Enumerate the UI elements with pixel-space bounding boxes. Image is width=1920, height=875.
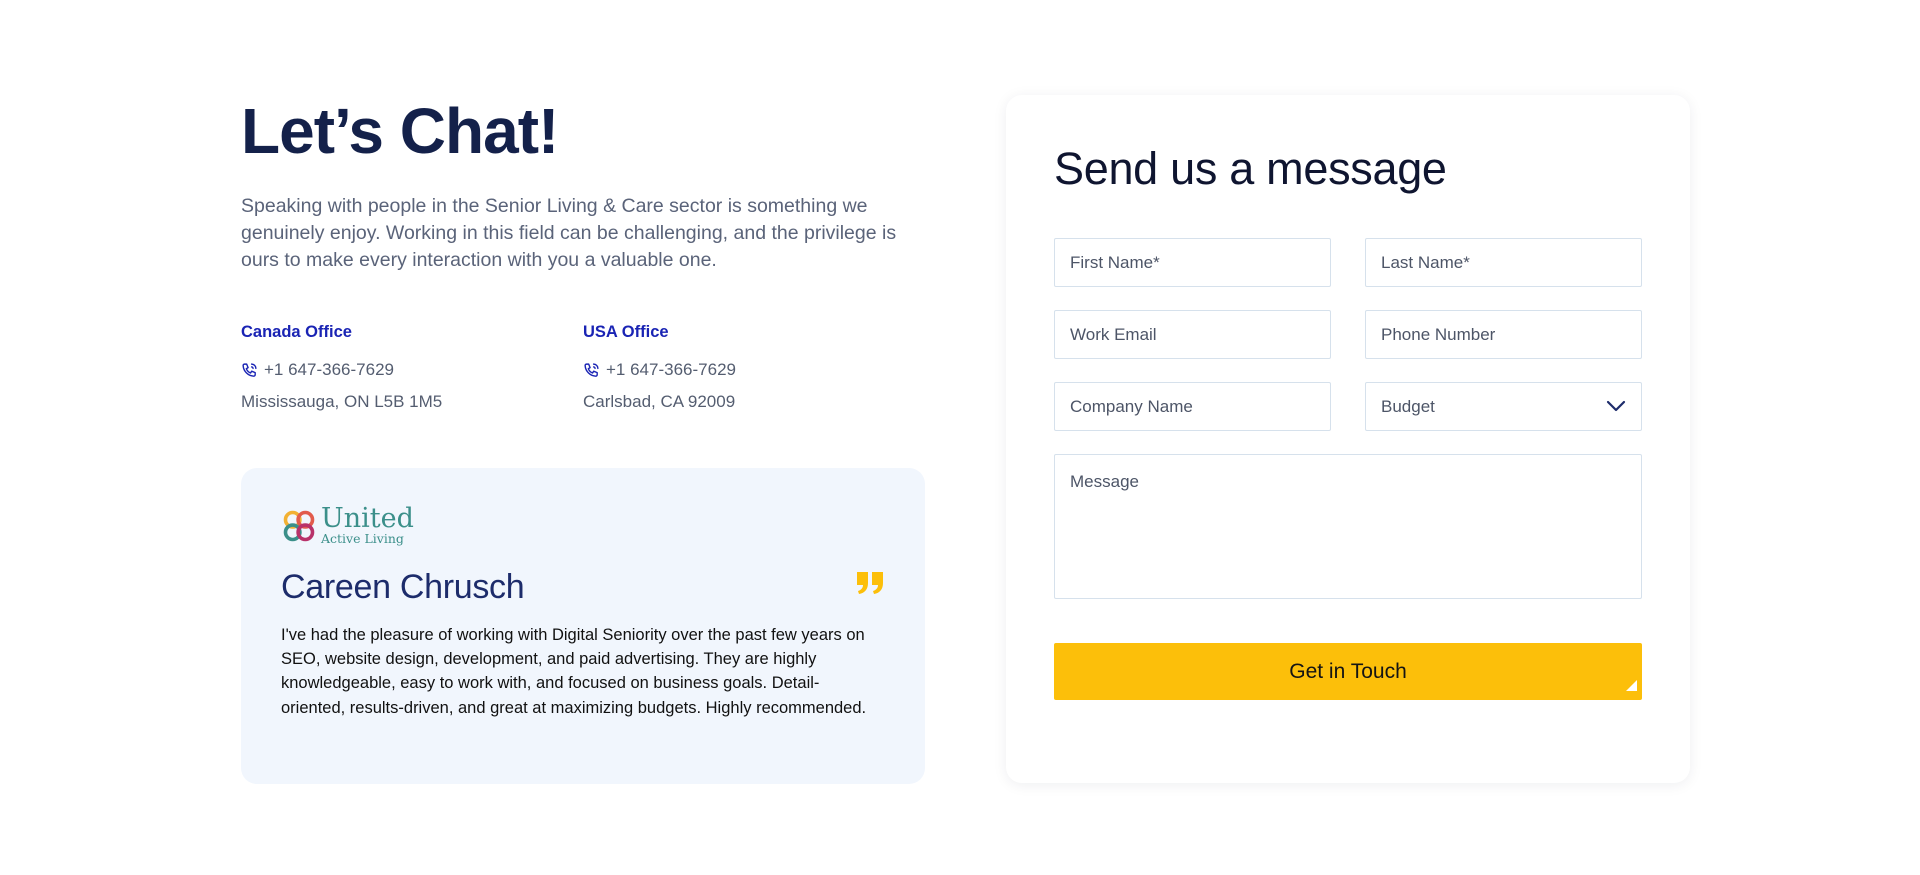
office-address: Mississauga, ON L5B 1M5 [241,392,443,411]
last-name-field[interactable]: Last Name* [1365,238,1642,287]
office-phone: +1 647-366-7629 [264,360,394,379]
office-phone-link[interactable]: +1 647-366-7629 [241,360,583,380]
form-row: Work Email Phone Number [1054,310,1642,359]
offices: Canada Office +1 647-366-7629 Mississaug… [241,323,925,412]
united-logo-icon [283,510,315,542]
get-in-touch-button[interactable]: Get in Touch [1054,643,1642,700]
submit-label: Get in Touch [1289,659,1407,683]
logo-main-text: United [321,503,414,534]
phone-icon [584,362,599,377]
contact-form: First Name* Last Name* Work Email Phone … [1054,238,1642,700]
form-title: Send us a message [1054,143,1447,194]
office-name: USA Office [583,323,669,341]
phone-icon [242,362,257,377]
office-phone-link[interactable]: +1 647-366-7629 [583,360,925,380]
budget-select[interactable]: Budget [1365,382,1642,431]
first-name-field[interactable]: First Name* [1054,238,1331,287]
budget-select-label: Budget [1381,396,1435,416]
office-address: Carlsbad, CA 92009 [583,392,736,411]
testimonial-author: Careen Chrusch [281,568,525,606]
form-row: Company Name Budget [1054,382,1642,431]
intro-text: Speaking with people in the Senior Livin… [241,195,897,271]
message-field[interactable]: Message [1054,454,1642,599]
company-name-field[interactable]: Company Name [1054,382,1331,431]
testimonial-quote: I've had the pleasure of working with Di… [281,626,867,717]
office-name: Canada Office [241,323,352,341]
logo-sub-text: Active Living [321,531,404,546]
form-row: First Name* Last Name* [1054,238,1642,287]
contact-intro: Let’s Chat! Speaking with people in the … [241,95,925,412]
office-canada: Canada Office +1 647-366-7629 Mississaug… [241,323,583,412]
work-email-field[interactable]: Work Email [1054,310,1331,359]
phone-number-field[interactable]: Phone Number [1365,310,1642,359]
page-title: Let’s Chat! [241,95,559,167]
office-usa: USA Office +1 647-366-7629 Carlsbad, CA … [583,323,925,412]
client-logo: United Active Living [281,503,885,546]
testimonial-card: United Active Living Careen Chrusch I've… [241,468,925,784]
logo-wordmark: United Active Living [321,503,414,546]
chevron-down-icon [1606,400,1626,412]
office-phone: +1 647-366-7629 [606,360,736,379]
corner-triangle-icon [1626,680,1637,691]
contact-form-card: Send us a message First Name* Last Name*… [1006,95,1690,783]
quote-icon [857,572,883,594]
